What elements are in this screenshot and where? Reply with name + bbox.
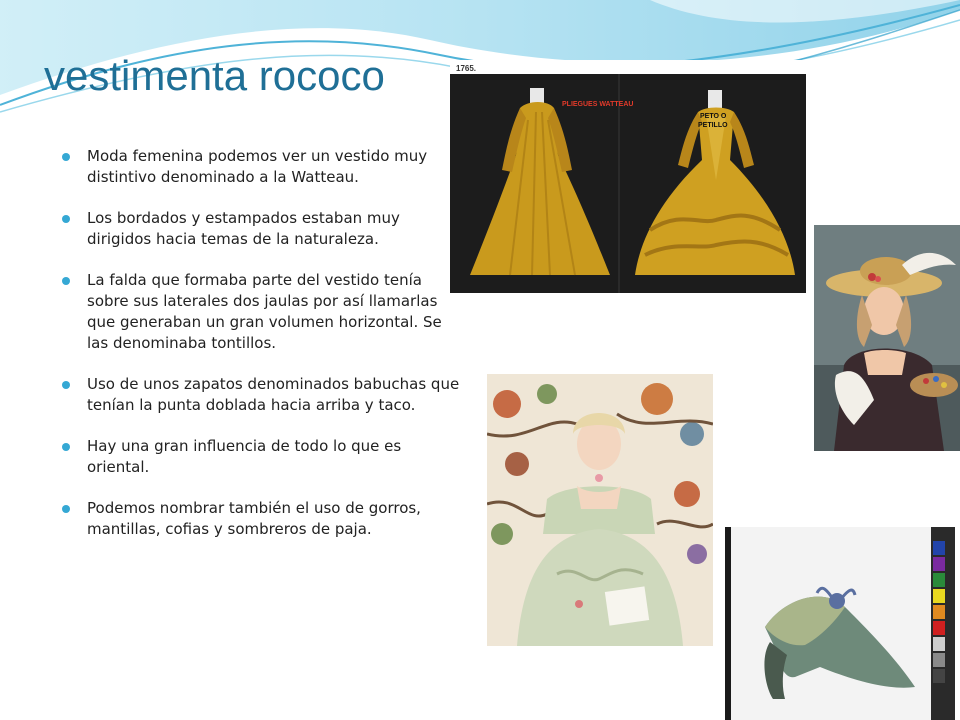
bullet-dot-icon [62,443,70,451]
bullet-item: Uso de unos zapatos denominados babuchas… [62,374,464,416]
bullet-text: Uso de unos zapatos denominados babuchas… [87,375,460,414]
bullet-dot-icon [62,381,70,389]
dresses-illustration: 1765. PLIEGUES WATTEAU PETO O PETILLO [450,64,806,293]
rococo-dress-illustration [487,374,713,646]
shoe-illustration [725,527,955,720]
bullet-dot-icon [62,215,70,223]
bullet-dot-icon [62,153,70,161]
bullet-item: La falda que formaba parte del vestido t… [62,270,464,354]
bullet-text: La falda que formaba parte del vestido t… [87,271,442,352]
rococo-dress-photo [487,374,713,646]
bullet-text: Los bordados y estampados estaban muy di… [87,209,400,248]
slide-title: vestimenta rococo [44,52,385,99]
bullet-item: Hay una gran influencia de todo lo que e… [62,436,464,478]
bullet-text: Podemos nombrar también el uso de gorros… [87,499,421,538]
bullet-text: Hay una gran influencia de todo lo que e… [87,437,402,476]
peto-label-line1: PETO O [700,113,727,120]
bullet-item: Los bordados y estampados estaban muy di… [62,208,464,250]
bullet-dot-icon [62,277,70,285]
bullet-item: Moda femenina podemos ver un vestido muy… [62,146,464,188]
pliegues-label: PLIEGUES WATTEAU [562,101,633,108]
bullet-list: Moda femenina podemos ver un vestido muy… [62,146,464,560]
peto-label-line2: PETILLO [698,122,728,129]
bullet-item: Podemos nombrar también el uso de gorros… [62,498,464,540]
watteau-dresses-photo: 1765. PLIEGUES WATTEAU PETO O PETILLO [450,60,806,293]
portrait-illustration [814,225,960,451]
babucha-shoe-photo [725,527,955,720]
year-label: 1765. [456,64,476,73]
bullet-text: Moda femenina podemos ver un vestido muy… [87,147,428,186]
straw-hat-portrait-photo [814,225,960,451]
bullet-dot-icon [62,505,70,513]
